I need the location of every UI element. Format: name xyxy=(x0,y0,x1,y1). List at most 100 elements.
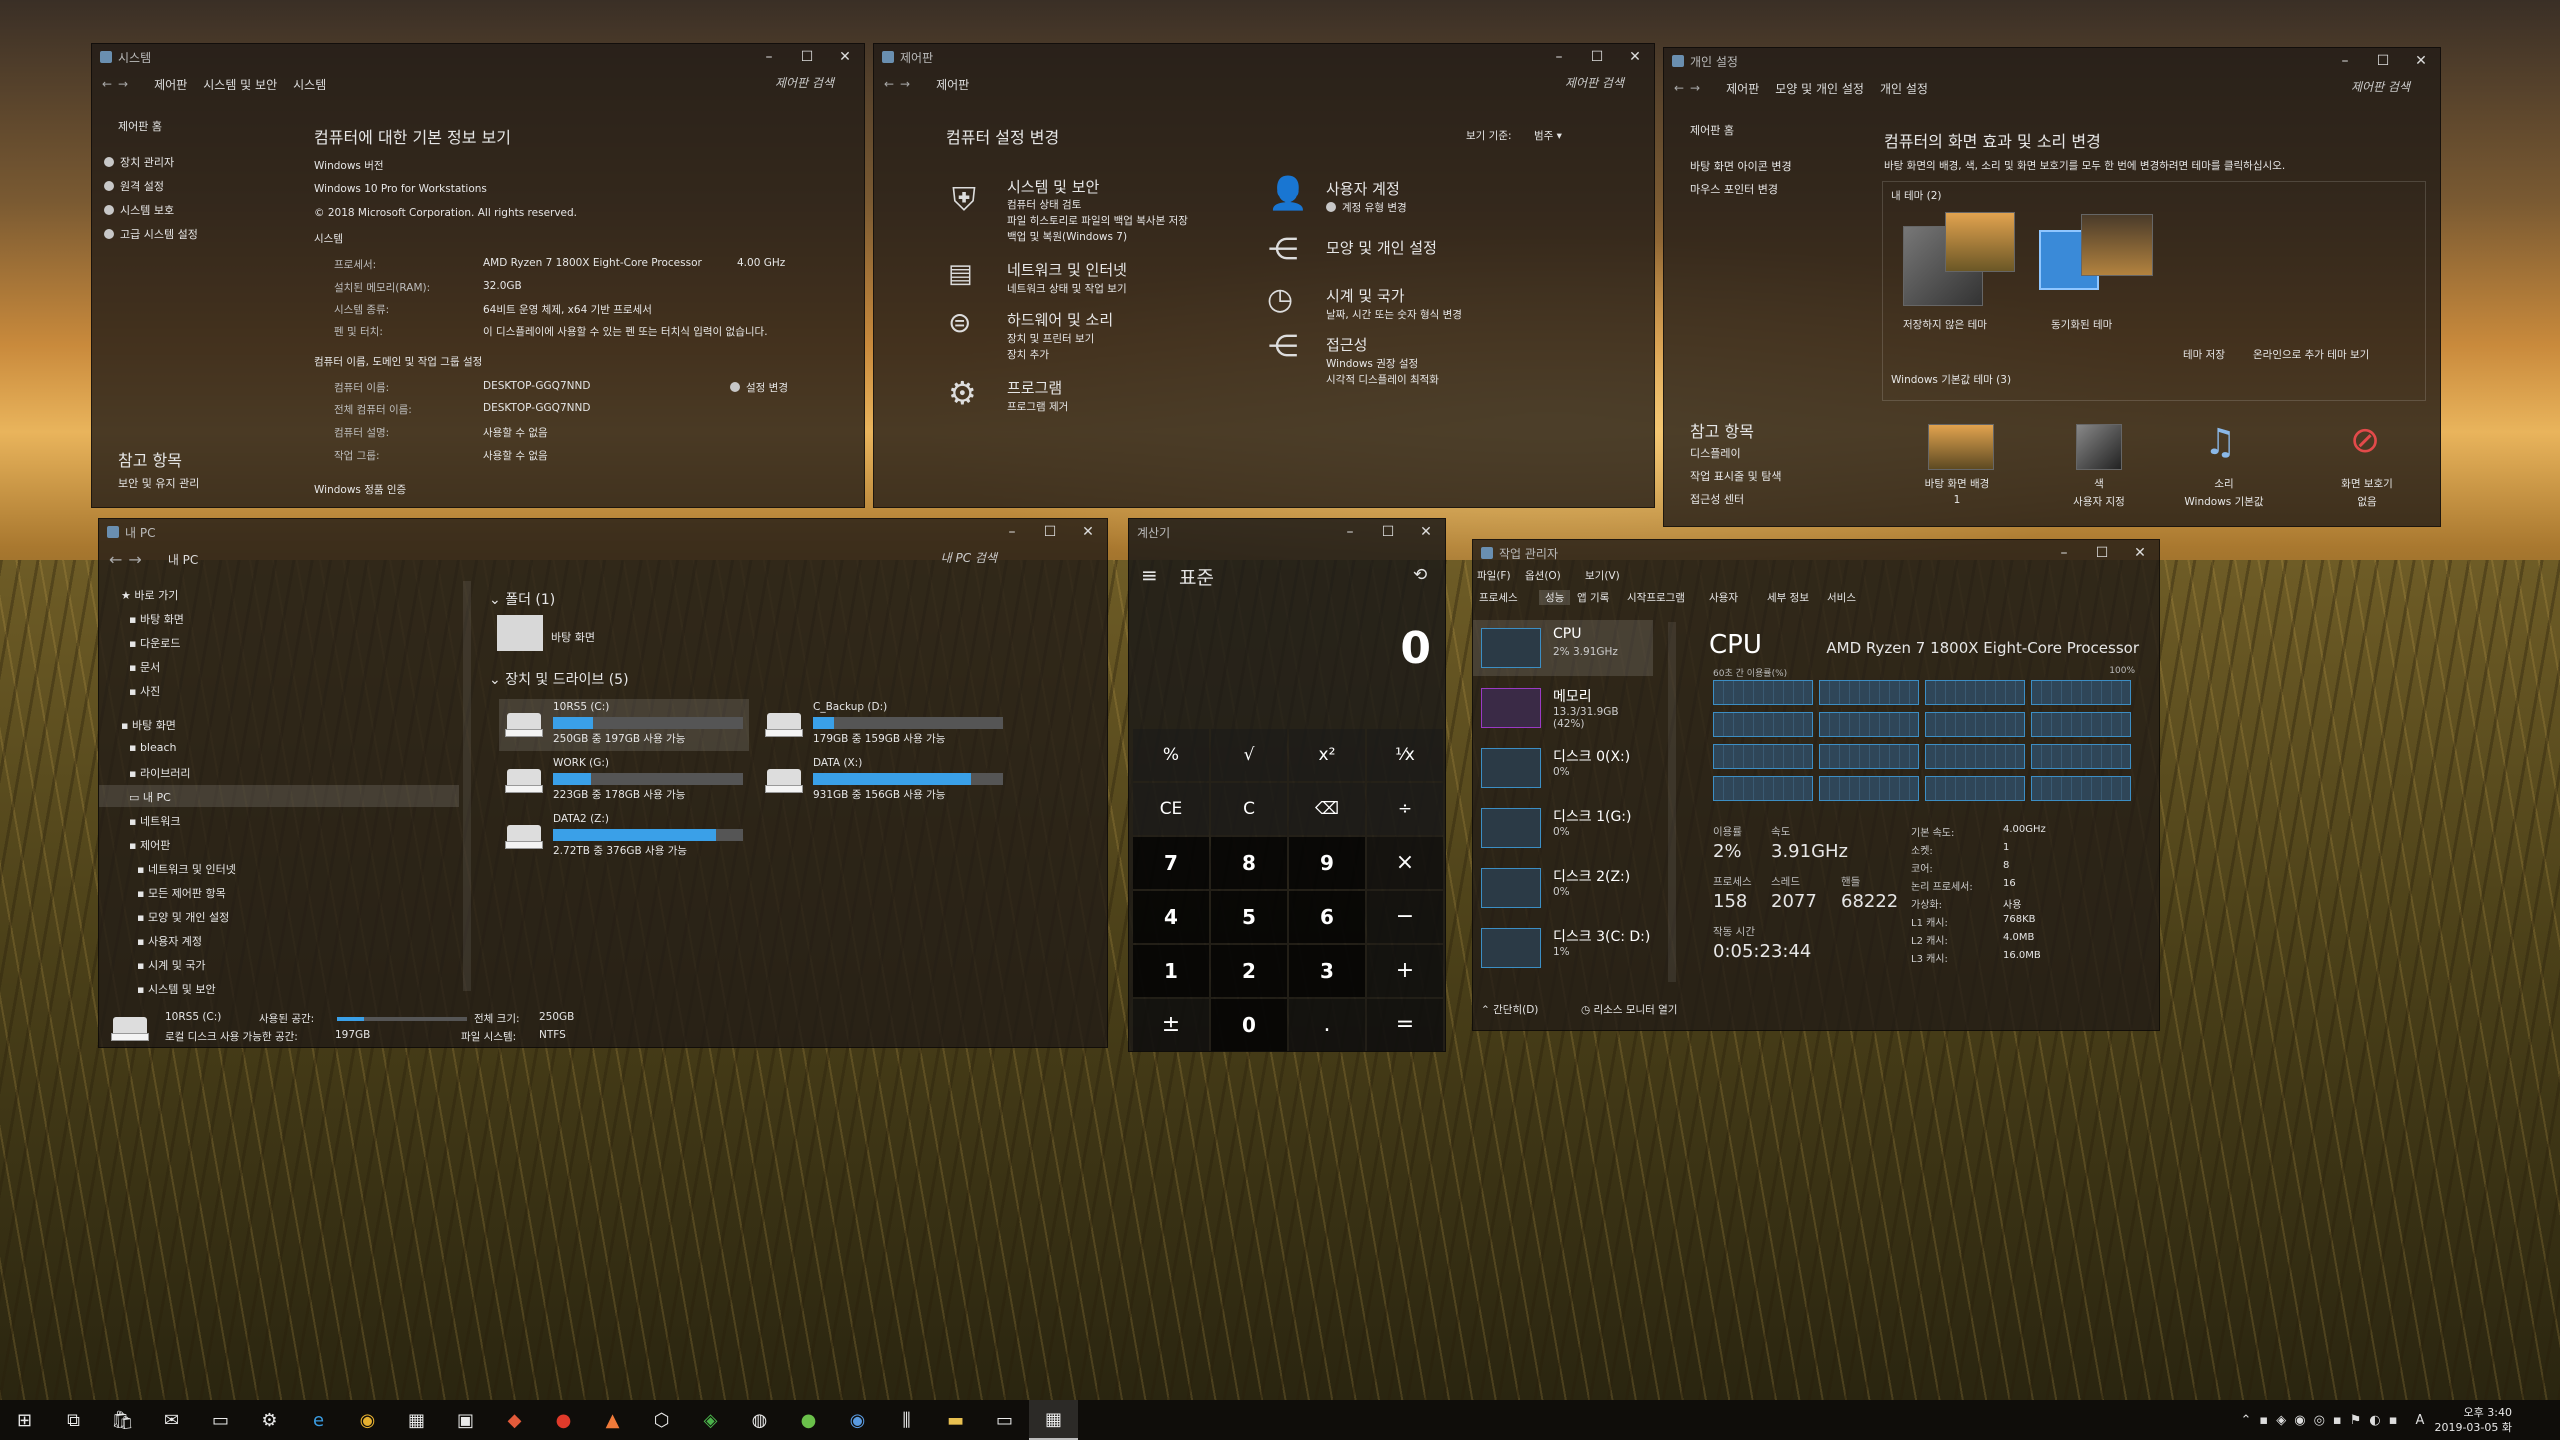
category-link[interactable]: 모양 및 개인 설정 xyxy=(1326,237,1437,258)
square-button[interactable]: x² xyxy=(1289,729,1365,781)
add-button[interactable]: + xyxy=(1367,945,1443,997)
tab-1[interactable]: 성능 xyxy=(1539,590,1571,605)
devices-group-heading[interactable]: ⌄ 장치 및 드라이브 (5) xyxy=(489,669,629,689)
chrome-icon[interactable]: ◉ xyxy=(343,1400,392,1440)
folder-desktop[interactable]: 바탕 화면 xyxy=(551,629,595,645)
menu-item[interactable]: 옵션(O) xyxy=(1525,568,1561,583)
sidebar-item[interactable]: 시스템 보호 xyxy=(104,202,174,218)
sidebar-item[interactable]: 원격 설정 xyxy=(104,178,164,194)
digit-0-button[interactable]: 0 xyxy=(1211,999,1287,1051)
category-sublink[interactable]: 계정 유형 변경 xyxy=(1326,200,1407,215)
resource-item[interactable]: CPU 2% 3.91GHz xyxy=(1473,620,1653,676)
clear-entry-button[interactable]: CE xyxy=(1133,783,1209,835)
percent-button[interactable]: % xyxy=(1133,729,1209,781)
resource-item[interactable]: 메모리 13.3/31.9GB (42%) xyxy=(1473,680,1653,736)
globe-icon[interactable]: ◍ xyxy=(735,1400,784,1440)
maximize-button[interactable]: ☐ xyxy=(2364,48,2402,74)
tree-item[interactable]: ▪ 문서 xyxy=(129,659,160,675)
resource-item[interactable]: 디스크 0(X:) 0% xyxy=(1473,740,1653,796)
explorer-icon[interactable]: ▭ xyxy=(196,1400,245,1440)
see-also-link[interactable]: 보안 및 유지 관리 xyxy=(118,475,199,491)
maximize-button[interactable]: ☐ xyxy=(1578,44,1616,70)
minimize-button[interactable]: – xyxy=(750,44,788,70)
close-button[interactable]: ✕ xyxy=(1616,44,1654,70)
view-by-select[interactable]: 범주 ▾ xyxy=(1534,128,1562,143)
maximize-button[interactable]: ☐ xyxy=(1369,519,1407,545)
settings-gear-icon[interactable]: ⚙ xyxy=(245,1400,294,1440)
fewer-details-button[interactable]: ⌃ 간단히(D) xyxy=(1481,1002,1538,1017)
category-sublink[interactable]: 프로그램 제거 xyxy=(1007,399,1068,414)
cube-icon[interactable]: ⬡ xyxy=(637,1400,686,1440)
task-view-icon[interactable]: ⧉ xyxy=(49,1400,98,1440)
digit-8-button[interactable]: 8 xyxy=(1211,837,1287,889)
tab-3[interactable]: 시작프로그램 xyxy=(1627,590,1685,605)
reciprocal-button[interactable]: ¹⁄x xyxy=(1367,729,1443,781)
tree-item[interactable]: ▪ 바탕 화면 xyxy=(129,611,184,627)
tab-6[interactable]: 서비스 xyxy=(1827,590,1856,605)
digit-5-button[interactable]: 5 xyxy=(1211,891,1287,943)
breadcrumb-item[interactable]: 개인 설정 xyxy=(1880,80,1928,97)
calculator-icon[interactable]: ▦ xyxy=(1029,1400,1078,1440)
address-bar[interactable]: ←→ 제어판 모양 및 개인 설정 개인 설정 제어판 검색 xyxy=(1664,74,2440,102)
back-forward-icon[interactable]: ←→ xyxy=(102,77,134,91)
resource-item[interactable]: 디스크 2(Z:) 0% xyxy=(1473,860,1653,916)
address-bar[interactable]: ←→ 내 PC 내 PC 검색 xyxy=(99,545,1107,573)
ime-indicator[interactable]: A xyxy=(2416,1413,2425,1428)
address-bar[interactable]: ←→ 제어판 시스템 및 보안 시스템 제어판 검색 xyxy=(92,70,864,98)
category-link[interactable]: 네트워크 및 인터넷 xyxy=(1007,259,1127,280)
history-icon[interactable]: ⟲ xyxy=(1413,565,1427,585)
search-input[interactable]: 내 PC 검색 xyxy=(941,549,997,566)
breadcrumb-item[interactable]: 모양 및 개인 설정 xyxy=(1775,80,1864,97)
sound-option[interactable]: ♫ 소리 Windows 기본값 xyxy=(2164,418,2284,518)
drive-tile[interactable]: WORK (G:) 223GB 중 178GB 사용 가능 xyxy=(499,755,749,807)
color-option[interactable]: 색 사용자 지정 xyxy=(2044,418,2154,518)
sidebar-item[interactable]: 고급 시스템 설정 xyxy=(104,226,198,242)
digit-7-button[interactable]: 7 xyxy=(1133,837,1209,889)
minimize-button[interactable]: – xyxy=(2045,540,2083,566)
tree-item[interactable]: ▪ bleach xyxy=(129,741,177,754)
tree-item[interactable]: ▪ 사진 xyxy=(129,683,160,699)
breadcrumb-item[interactable]: 제어판 xyxy=(936,76,969,93)
category-link[interactable]: 하드웨어 및 소리 xyxy=(1007,309,1113,330)
category-sublink[interactable]: 시각적 디스플레이 최적화 xyxy=(1326,372,1439,387)
resource-scrollbar[interactable] xyxy=(1668,622,1676,982)
category-sublink[interactable]: 백업 및 복원(Windows 7) xyxy=(1007,229,1127,244)
back-forward-icon[interactable]: ←→ xyxy=(884,77,916,91)
maximize-button[interactable]: ☐ xyxy=(2083,540,2121,566)
title-bar[interactable]: 내 PC xyxy=(99,519,1107,545)
backspace-button[interactable]: ⌫ xyxy=(1289,783,1365,835)
search-input[interactable]: 제어판 검색 xyxy=(2351,78,2410,95)
address-path[interactable]: 내 PC xyxy=(168,551,198,568)
tab-2[interactable]: 앱 기록 xyxy=(1577,590,1609,605)
maximize-button[interactable]: ☐ xyxy=(788,44,826,70)
desktop-background-option[interactable]: 바탕 화면 배경 1 xyxy=(1902,418,2012,518)
drive-tile[interactable]: C_Backup (D:) 179GB 중 159GB 사용 가능 xyxy=(759,699,1009,751)
category-sublink[interactable]: 장치 추가 xyxy=(1007,347,1049,362)
digit-4-button[interactable]: 4 xyxy=(1133,891,1209,943)
app-icon[interactable]: ● xyxy=(539,1400,588,1440)
category-link[interactable]: 시계 및 국가 xyxy=(1326,285,1405,306)
drive-tile[interactable]: DATA2 (Z:) 2.72TB 중 376GB 사용 가능 xyxy=(499,811,749,863)
breadcrumb-item[interactable]: 제어판 xyxy=(1726,80,1759,97)
tree-item[interactable]: ▪ 모양 및 개인 설정 xyxy=(137,909,229,925)
app-icon[interactable]: ◉ xyxy=(833,1400,882,1440)
minimize-button[interactable]: – xyxy=(1540,44,1578,70)
tree-item[interactable]: ▪ 바탕 화면 xyxy=(121,717,176,733)
divide-button[interactable]: ÷ xyxy=(1367,783,1443,835)
start-windows-icon[interactable]: ⊞ xyxy=(0,1400,49,1440)
category-link[interactable]: 프로그램 xyxy=(1007,377,1062,398)
tree-item[interactable]: ▪ 네트워크 xyxy=(129,813,180,829)
tree-item[interactable]: ▪ 네트워크 및 인터넷 xyxy=(137,861,236,877)
mail-icon[interactable]: ✉ xyxy=(147,1400,196,1440)
close-button[interactable]: ✕ xyxy=(1069,519,1107,545)
hamburger-menu-icon[interactable]: ≡ xyxy=(1141,563,1158,587)
resource-monitor-link[interactable]: ◷ 리소스 모니터 열기 xyxy=(1581,1002,1677,1017)
close-button[interactable]: ✕ xyxy=(1407,519,1445,545)
tree-item[interactable]: ▪ 모든 제어판 항목 xyxy=(137,885,226,901)
resource-item[interactable]: 디스크 1(G:) 0% xyxy=(1473,800,1653,856)
tree-item[interactable]: ▭ 내 PC xyxy=(129,789,171,805)
tab-0[interactable]: 프로세스 xyxy=(1479,590,1518,605)
drive-tile[interactable]: 10RS5 (C:) 250GB 중 197GB 사용 가능 xyxy=(499,699,749,751)
drive-icon[interactable]: ▭ xyxy=(980,1400,1029,1440)
sqrt-button[interactable]: √ xyxy=(1211,729,1287,781)
